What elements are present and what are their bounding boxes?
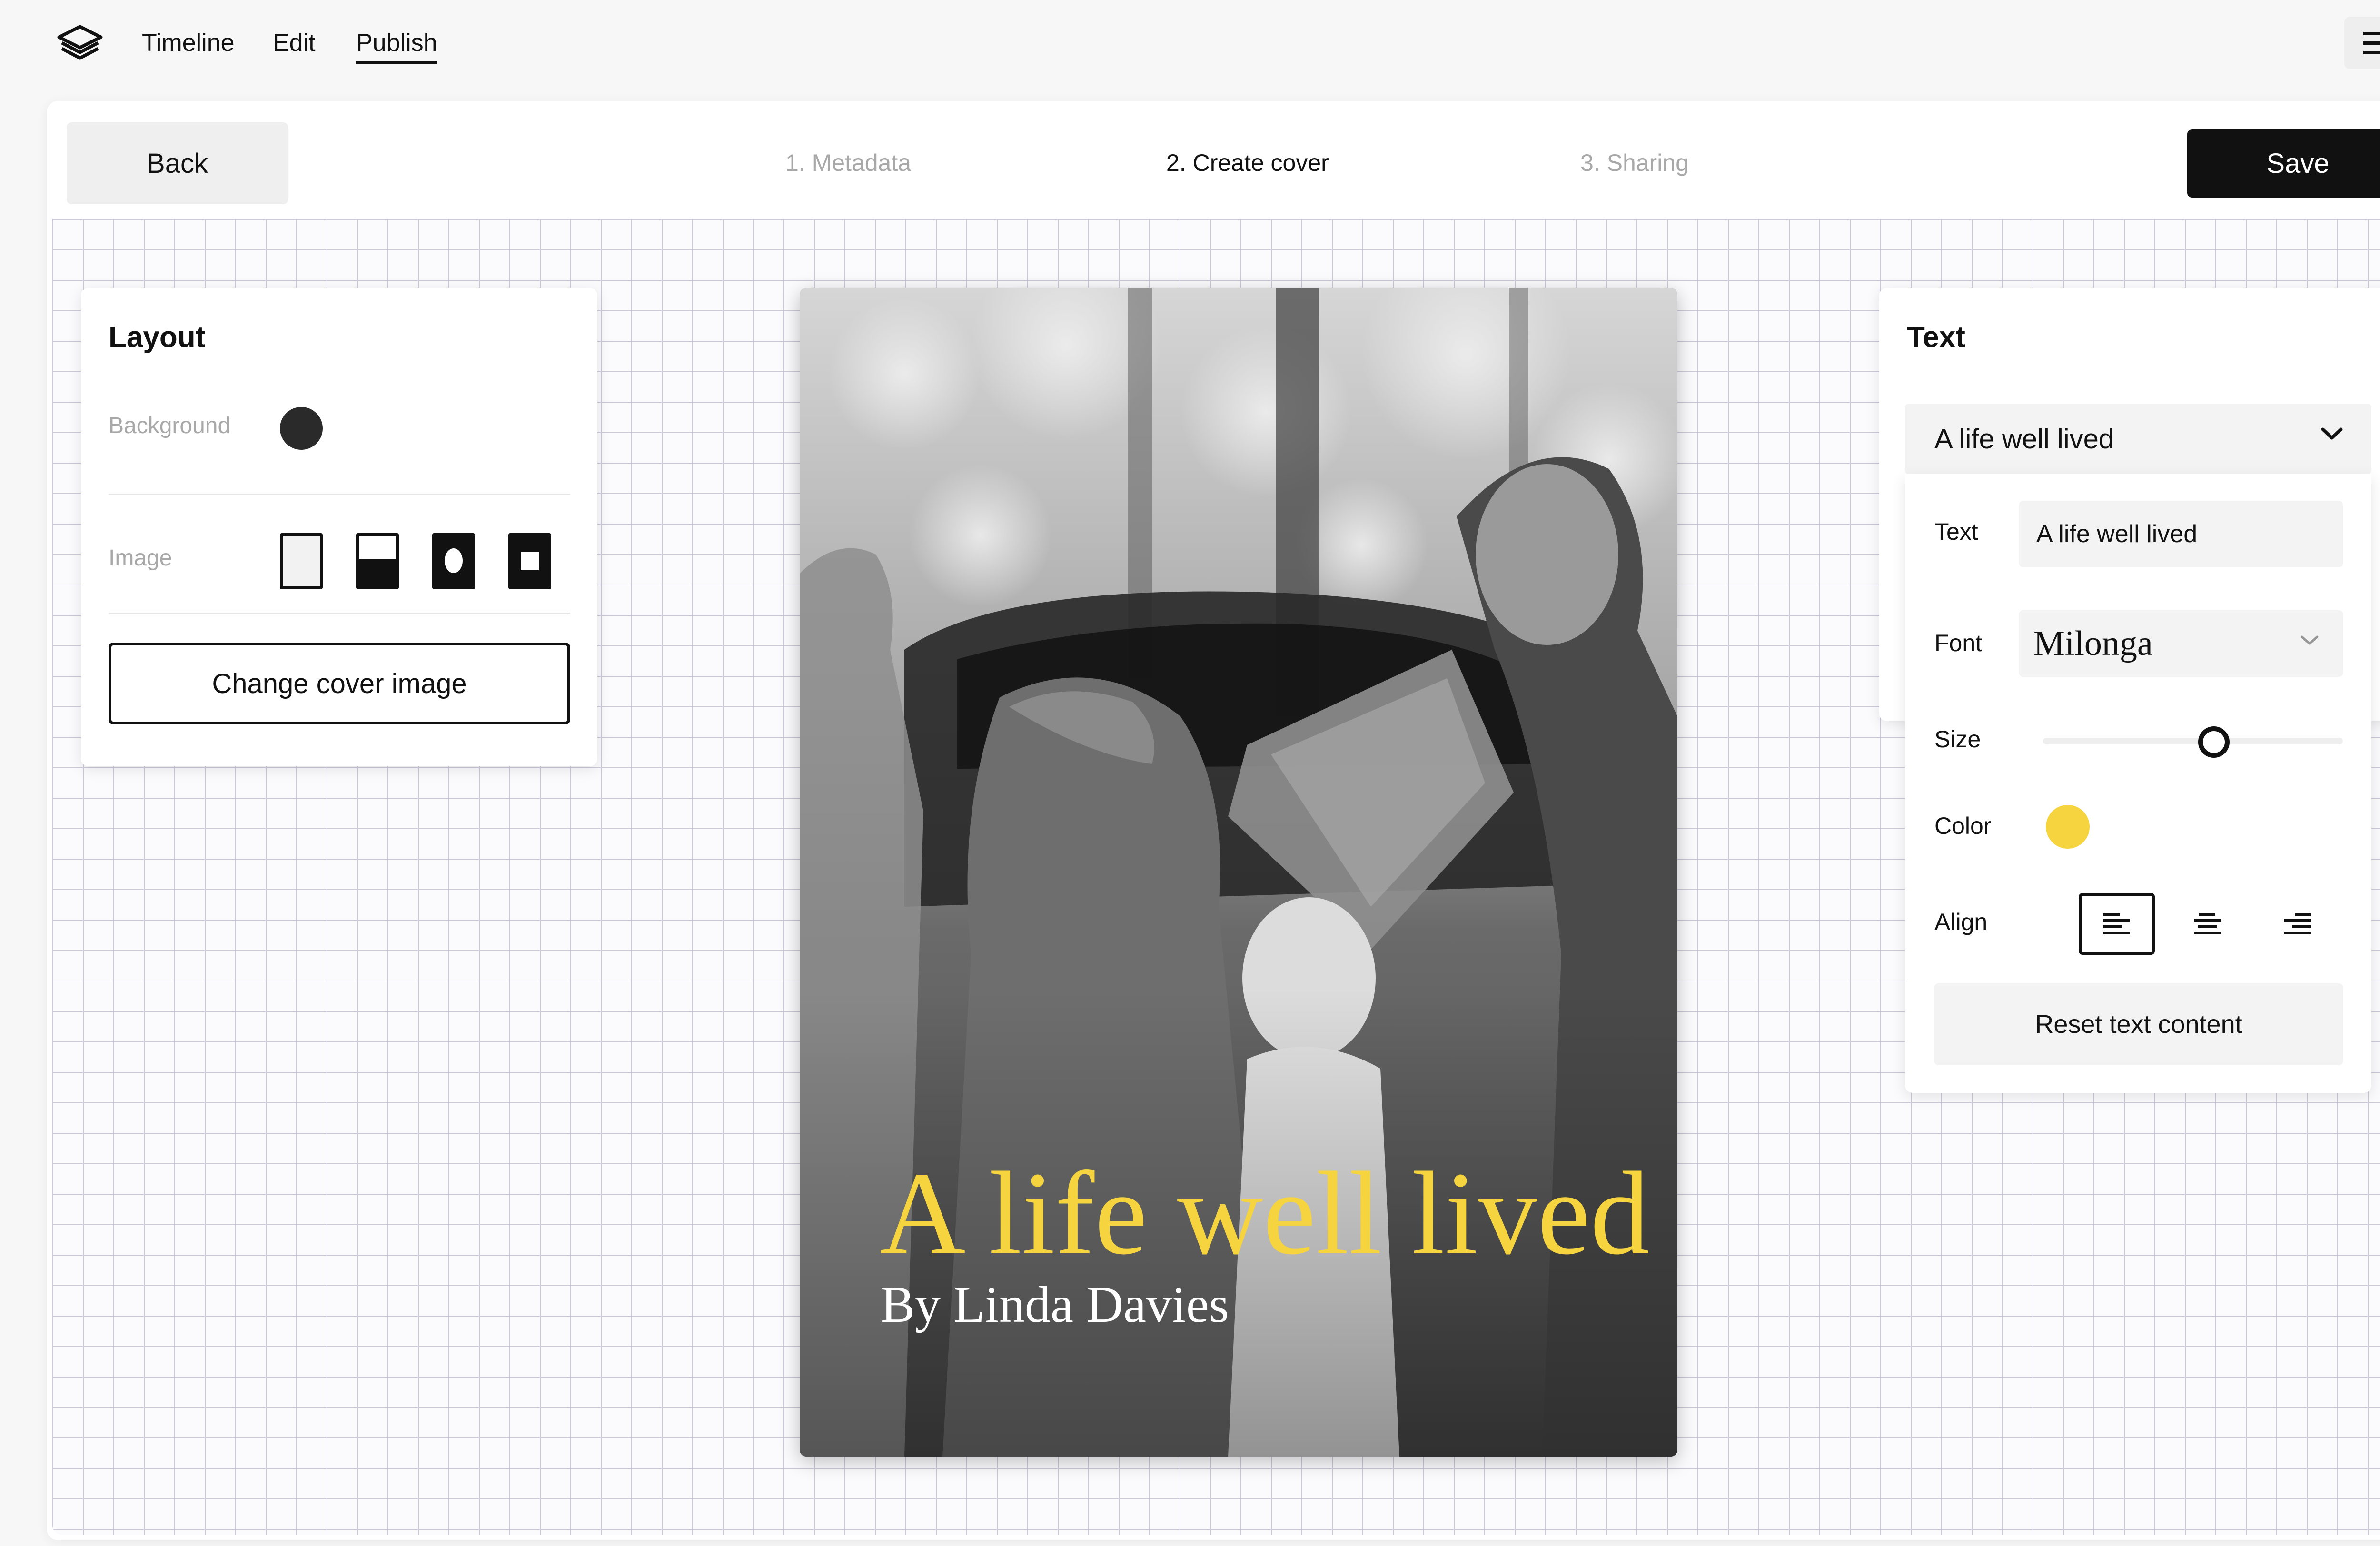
layout-option-blank[interactable] — [280, 533, 323, 589]
layout-panel: Layout Background Image Change cover ima… — [81, 288, 597, 766]
text-content-input[interactable] — [2019, 501, 2343, 567]
align-field-label: Align — [1934, 909, 1988, 935]
font-field-label: Font — [1934, 630, 1983, 656]
layout-option-oval[interactable] — [432, 533, 475, 589]
font-select[interactable]: Milonga — [2019, 610, 2343, 677]
hamburger-icon — [2363, 32, 2380, 54]
font-select-value: Milonga — [2033, 624, 2153, 663]
reset-text-content-button[interactable]: Reset text content — [1934, 983, 2343, 1065]
size-slider-track[interactable] — [2043, 738, 2343, 744]
editor-toolbar: Back 1. Metadata 2. Create cover 3. Shar… — [47, 101, 2380, 219]
nav-link-edit[interactable]: Edit — [273, 26, 316, 59]
save-button[interactable]: Save — [2187, 129, 2380, 198]
nav-link-timeline[interactable]: Timeline — [142, 26, 235, 59]
align-right-button[interactable] — [2260, 893, 2336, 955]
divider — [109, 613, 570, 614]
cover-subtitle-text[interactable]: By Linda Davies — [881, 1276, 1229, 1335]
size-slider-handle[interactable] — [2198, 726, 2230, 758]
step-sharing[interactable]: 3. Sharing — [1580, 146, 1689, 179]
layout-panel-title: Layout — [109, 321, 206, 354]
image-label: Image — [109, 545, 172, 571]
size-field-label: Size — [1934, 726, 1981, 753]
top-navigation: Timeline Edit Publish — [0, 0, 2380, 95]
layout-option-square[interactable] — [508, 533, 551, 589]
background-color-swatch[interactable] — [280, 407, 323, 450]
change-cover-image-button[interactable]: Change cover image — [109, 643, 570, 724]
layers-logo-icon[interactable] — [57, 25, 103, 61]
align-left-button[interactable] — [2079, 893, 2155, 955]
color-field-label: Color — [1934, 813, 1992, 839]
text-field-label: Text — [1934, 518, 1978, 545]
align-left-icon — [2103, 913, 2130, 934]
align-center-button[interactable] — [2169, 893, 2245, 955]
hamburger-menu-button[interactable] — [2344, 17, 2380, 69]
divider — [109, 494, 570, 495]
step-metadata[interactable]: 1. Metadata — [785, 146, 911, 179]
chevron-down-icon — [2301, 635, 2319, 645]
text-properties-panel: Text Font Milonga Size Color Align Reset… — [1905, 474, 2371, 1093]
nav-link-publish[interactable]: Publish — [356, 26, 437, 64]
layout-option-half-band[interactable] — [356, 533, 399, 589]
text-panel-title: Text — [1907, 321, 1965, 354]
chevron-down-icon — [2321, 427, 2343, 440]
text-color-swatch[interactable] — [2046, 805, 2090, 849]
align-center-icon — [2194, 913, 2221, 934]
text-element-select-value: A life well lived — [1934, 423, 2114, 455]
align-right-icon — [2284, 913, 2311, 934]
text-element-select[interactable]: A life well lived — [1905, 404, 2371, 474]
cover-title-text[interactable]: A life well lived — [880, 1152, 1650, 1276]
background-label: Background — [109, 413, 231, 438]
back-button[interactable]: Back — [67, 122, 288, 204]
step-create-cover[interactable]: 2. Create cover — [1166, 146, 1329, 179]
book-cover-preview[interactable]: A life well lived By Linda Davies — [800, 288, 1677, 1457]
